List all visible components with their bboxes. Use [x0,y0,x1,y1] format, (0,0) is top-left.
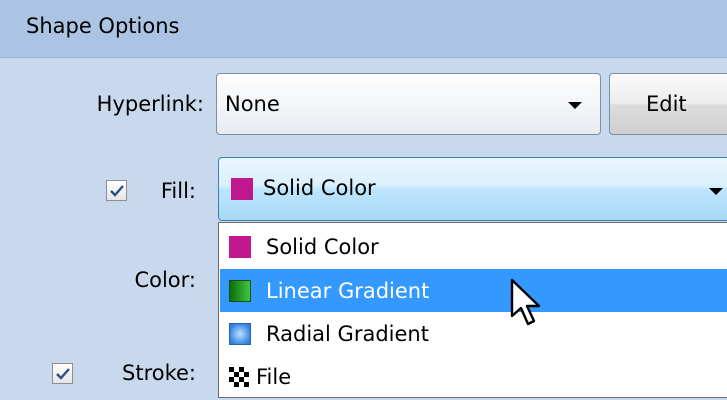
dropdown-item-label: Radial Gradient [266,322,429,346]
hyperlink-chevron-down-icon[interactable] [568,102,582,109]
panel-title: Shape Options [26,14,180,38]
checker-file-icon [229,367,251,389]
dropdown-item-label: Solid Color [266,235,379,259]
mouse-pointer-icon [510,278,541,326]
solid-color-swatch-icon [231,178,253,200]
dropdown-item-file[interactable]: File [220,355,727,398]
fill-label: Fill: [160,179,196,203]
fill-type-dropdown[interactable]: Solid Color [218,157,727,221]
fill-type-dropdown-list: Solid Color Linear Gradient Radial Gradi… [218,222,727,398]
dropdown-item-label: Linear Gradient [266,279,430,303]
dropdown-item-linear-gradient[interactable]: Linear Gradient [220,269,727,312]
linear-gradient-swatch-icon [229,280,251,302]
panel-header: Shape Options [0,0,727,58]
solid-color-swatch-icon [229,236,251,258]
hyperlink-dropdown[interactable]: None [216,73,601,135]
stroke-checkbox[interactable] [52,363,73,384]
dropdown-item-radial-gradient[interactable]: Radial Gradient [220,312,727,355]
edit-button[interactable]: Edit [609,73,727,135]
hyperlink-label: Hyperlink: [96,92,204,116]
fill-checkbox[interactable] [106,180,127,201]
dropdown-item-solid-color[interactable]: Solid Color [220,225,727,268]
hyperlink-dropdown-value: None [225,92,280,116]
dropdown-item-label: File [256,365,292,389]
checkmark-icon [110,185,124,197]
stroke-label: Stroke: [122,361,196,385]
checkmark-icon [56,368,70,380]
color-label: Color: [134,268,196,292]
fill-type-value: Solid Color [263,176,376,200]
chevron-down-icon [709,188,723,195]
radial-gradient-swatch-icon [229,323,251,345]
